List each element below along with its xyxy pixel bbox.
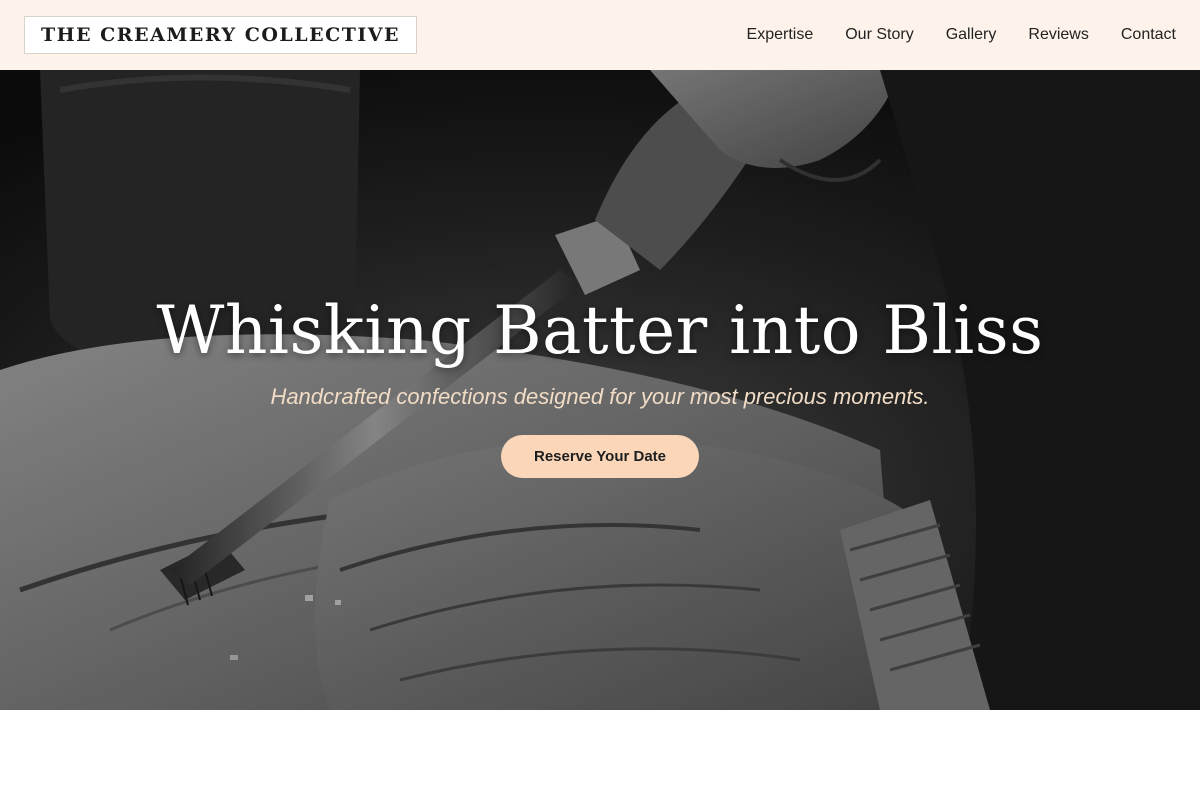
nav-link-gallery[interactable]: Gallery — [946, 26, 997, 44]
hero-section: Whisking Batter into Bliss Handcrafted c… — [0, 70, 1200, 710]
hero-subtitle: Handcrafted confections designed for you… — [270, 383, 930, 409]
logo[interactable]: THE CREAMERY COLLECTIVE — [24, 16, 417, 54]
reserve-date-button[interactable]: Reserve Your Date — [501, 434, 699, 478]
nav-link-expertise[interactable]: Expertise — [747, 26, 814, 44]
nav-link-reviews[interactable]: Reviews — [1028, 26, 1088, 44]
logo-text: THE CREAMERY COLLECTIVE — [41, 24, 400, 46]
main-nav: Expertise Our Story Gallery Reviews Cont… — [747, 26, 1176, 44]
site-header: THE CREAMERY COLLECTIVE Expertise Our St… — [0, 0, 1200, 70]
nav-link-contact[interactable]: Contact — [1121, 26, 1176, 44]
hero-title: Whisking Batter into Bliss — [156, 292, 1044, 369]
next-section — [0, 710, 1200, 800]
hero-content: Whisking Batter into Bliss Handcrafted c… — [0, 292, 1200, 478]
nav-link-our-story[interactable]: Our Story — [845, 26, 913, 44]
